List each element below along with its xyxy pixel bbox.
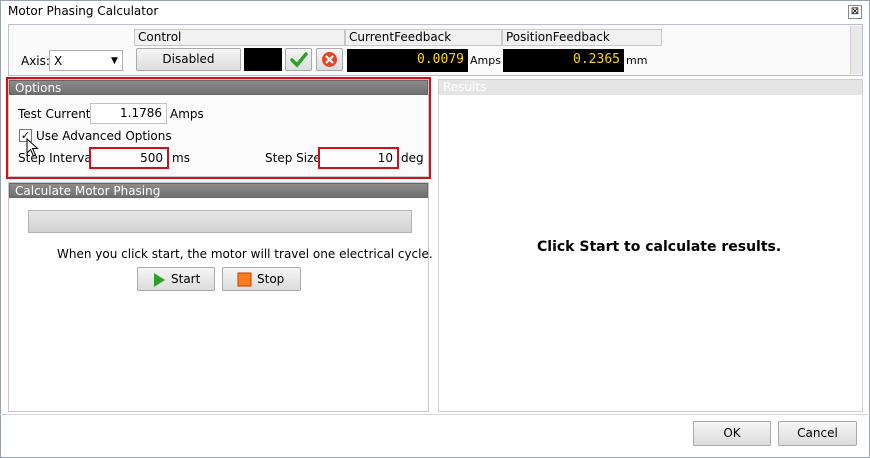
results-header: Results: [439, 80, 862, 95]
position-feedback-header: PositionFeedback: [502, 29, 662, 46]
control-header: Control: [134, 29, 345, 46]
axis-label: Axis:: [21, 54, 50, 68]
current-feedback-header: CurrentFeedback: [345, 29, 502, 46]
position-feedback-unit: mm: [626, 54, 648, 67]
close-icon[interactable]: ⊠: [848, 5, 862, 19]
check-icon: [290, 52, 308, 68]
stop-icon: [237, 272, 252, 287]
window-title: Motor Phasing Calculator: [8, 4, 159, 18]
calculate-header: Calculate Motor Phasing: [9, 183, 428, 198]
position-feedback-value: 0.2365: [503, 49, 624, 72]
options-highlight-box: [6, 77, 431, 179]
disable-button[interactable]: [316, 48, 343, 71]
results-message: Click Start to calculate results.: [537, 239, 782, 255]
calc-info-text: When you click start, the motor will tra…: [57, 247, 433, 261]
stop-button[interactable]: Stop: [222, 267, 301, 291]
footer-divider: [0, 414, 870, 415]
toolbar-scrollbar[interactable]: [850, 26, 862, 74]
enable-button[interactable]: [285, 48, 312, 71]
ok-button[interactable]: OK: [693, 421, 771, 446]
control-state-button[interactable]: Disabled: [136, 48, 241, 71]
stop-label: Stop: [257, 272, 285, 286]
axis-select-value: X: [54, 54, 63, 68]
current-feedback-unit: Amps: [470, 54, 501, 67]
current-feedback-value: 0.0079: [347, 49, 468, 72]
play-icon: [154, 273, 165, 287]
cancel-button[interactable]: Cancel: [778, 421, 857, 446]
progress-bar: [28, 210, 412, 233]
axis-select[interactable]: X ▼: [49, 50, 123, 71]
control-indicator: [244, 48, 282, 71]
cancel-x-icon: [322, 52, 337, 67]
chevron-down-icon: ▼: [111, 56, 118, 66]
start-label: Start: [171, 272, 201, 286]
start-button[interactable]: Start: [137, 267, 215, 291]
